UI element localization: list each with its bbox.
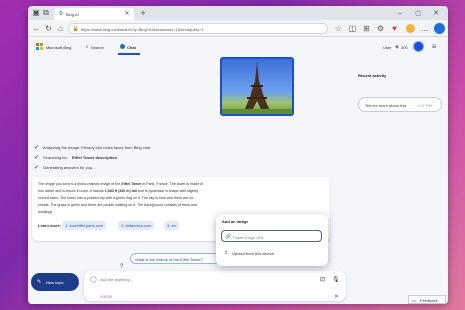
answer-line: curved sides. The tower has a pointed to… <box>38 196 194 200</box>
answer-line: buildings <box>38 210 53 214</box>
tab-bar: ▣ ⧉ b Bing AI ✕ + – ◻ ✕ <box>28 6 448 20</box>
broom-icon: ✎ <box>37 279 42 285</box>
upload-label: Upload from this device <box>232 251 274 256</box>
chat-input[interactable]: Ask me anything... <box>100 277 133 282</box>
user-name[interactable]: User <box>383 45 391 50</box>
recent-item-text: Tell me more about this <box>365 103 407 108</box>
composer-box[interactable]: ◯ Ask me anything... ⊡ 🎙 0/4000 ➤ <box>84 271 346 301</box>
progress-text: Searching for: <box>43 155 68 160</box>
progress-query: Eiffel Tower description <box>72 155 118 160</box>
maximize-button[interactable]: ◻ <box>412 8 424 18</box>
progress-steps: ✔ Analyzing the image: Privacy blur hide… <box>34 143 334 173</box>
check-icon: ✔ <box>34 155 40 161</box>
nav-chat[interactable]: Chat <box>127 45 136 50</box>
refresh-icon[interactable]: ↻ <box>44 24 53 33</box>
image-url-placeholder: Paste image URL <box>233 235 265 240</box>
copilot-sidebar-icon[interactable] <box>434 23 445 34</box>
address-toolbar: ← ↻ ⌂ 🔒 https://www.bing.com/search?q=Bi… <box>28 20 448 37</box>
source-link[interactable]: 1. toureiffel.paris.com <box>62 221 107 230</box>
progress-text: Generating answers for you... <box>43 165 96 170</box>
eiffel-tower-image <box>222 62 292 114</box>
search-icon: ⌕ <box>85 43 89 50</box>
suggestion-text: What is the history of the Eiffel Tower? <box>135 257 203 262</box>
browser-window: ▣ ⧉ b Bing AI ✕ + – ◻ ✕ ← ↻ ⌂ 🔒 https://… <box>28 6 448 304</box>
chat-bubble-icon: ◯ <box>90 277 97 283</box>
microphone-icon[interactable]: 🎙 <box>332 276 340 283</box>
split-screen-icon[interactable]: ◫ <box>348 24 357 33</box>
uploaded-image <box>220 57 294 116</box>
bing-header: Microsoft Bing ⌕ Search Chat User ◈ 300 … <box>28 37 448 57</box>
image-upload-icon[interactable]: ⊡ <box>320 276 325 283</box>
nav-search[interactable]: Search <box>91 45 104 50</box>
check-icon: ✔ <box>34 145 40 151</box>
upload-icon: ⇪ <box>224 250 229 256</box>
suggestion-help-icon: ? <box>120 264 124 270</box>
rewards-icon: ◈ <box>395 43 399 50</box>
suggestion-chip[interactable]: What is the history of the Eiffel Tower? <box>130 253 220 264</box>
user-avatar[interactable] <box>413 41 424 52</box>
hamburger-menu-icon[interactable]: ≡ <box>430 43 438 51</box>
favorite-icon[interactable]: ☆ <box>334 24 343 33</box>
recent-activity-title: Recent activity <box>358 73 387 78</box>
active-tab-underline <box>118 53 140 55</box>
char-counter: 0/4000 <box>100 294 113 299</box>
close-window-button[interactable]: ✕ <box>430 8 442 18</box>
feedback-icon: ▭ <box>412 298 416 303</box>
link-icon: 🔗 <box>225 234 232 240</box>
source-link[interactable]: 3. en <box>164 221 179 230</box>
home-icon[interactable]: ⌂ <box>56 24 65 33</box>
recent-item-time: 1:21 PM <box>417 103 432 108</box>
send-icon[interactable]: ➤ <box>334 293 339 300</box>
image-url-field[interactable]: 🔗 Paste image URL <box>221 230 322 242</box>
recent-activity-item[interactable]: Tell me more about this 1:21 PM <box>358 97 442 112</box>
chat-icon <box>120 44 125 49</box>
minimize-button[interactable]: – <box>394 8 406 18</box>
rewards-points[interactable]: 300 <box>401 45 408 50</box>
new-tab-button[interactable]: + <box>138 8 148 18</box>
lock-icon: 🔒 <box>72 25 80 32</box>
close-tab-icon[interactable]: ✕ <box>124 11 130 17</box>
heart-icon[interactable]: ♥ <box>390 24 399 33</box>
more-menu-icon[interactable]: … <box>420 24 429 33</box>
url-text: https://www.bing.com/search?q=Bing+AI&sh… <box>81 27 204 32</box>
answer-line: The image you sent is a photo-realistic … <box>38 182 204 186</box>
bing-chat-page: Microsoft Bing ⌕ Search Chat User ◈ 300 … <box>28 37 448 304</box>
source-link[interactable]: 2. britannica.com <box>118 221 155 230</box>
add-image-popup: Add an image 🔗 Paste image URL ⇪ Upload … <box>216 214 328 266</box>
check-icon: ✔ <box>34 165 40 171</box>
tab-title: Bing AI <box>66 12 79 17</box>
profile-avatar[interactable] <box>406 24 415 33</box>
tab-bing[interactable]: b Bing AI ✕ <box>54 8 134 20</box>
upload-from-device-button[interactable]: ⇪ Upload from this device <box>221 248 322 258</box>
feedback-button[interactable]: ▭ Feedback <box>408 295 446 304</box>
answer-line: clouds. The grass is green and there are… <box>38 203 197 207</box>
collections-icon[interactable]: ⊞ <box>362 24 371 33</box>
new-topic-label: New topic <box>46 280 64 285</box>
bing-favicon-icon: b <box>59 11 63 17</box>
brand-name[interactable]: Microsoft Bing <box>46 45 71 50</box>
new-topic-button[interactable]: ✎ New topic <box>31 273 79 291</box>
microsoft-logo-icon <box>36 43 43 50</box>
feedback-label: Feedback <box>420 298 438 303</box>
extensions-icon[interactable]: ⚙ <box>376 24 385 33</box>
answer-line: iron lattice and is brown in color. It s… <box>38 189 199 193</box>
popup-title: Add an image <box>222 219 249 224</box>
tab-actions-icon[interactable]: ▣ <box>32 9 40 17</box>
learn-more-label: Learn more: <box>38 223 62 228</box>
workspaces-icon[interactable]: ⧉ <box>42 9 50 17</box>
progress-text: Analyzing the image: Privacy blur hides … <box>43 145 151 150</box>
back-icon[interactable]: ← <box>32 24 41 33</box>
url-bar[interactable]: 🔒 https://www.bing.com/search?q=Bing+AI&… <box>68 23 328 34</box>
